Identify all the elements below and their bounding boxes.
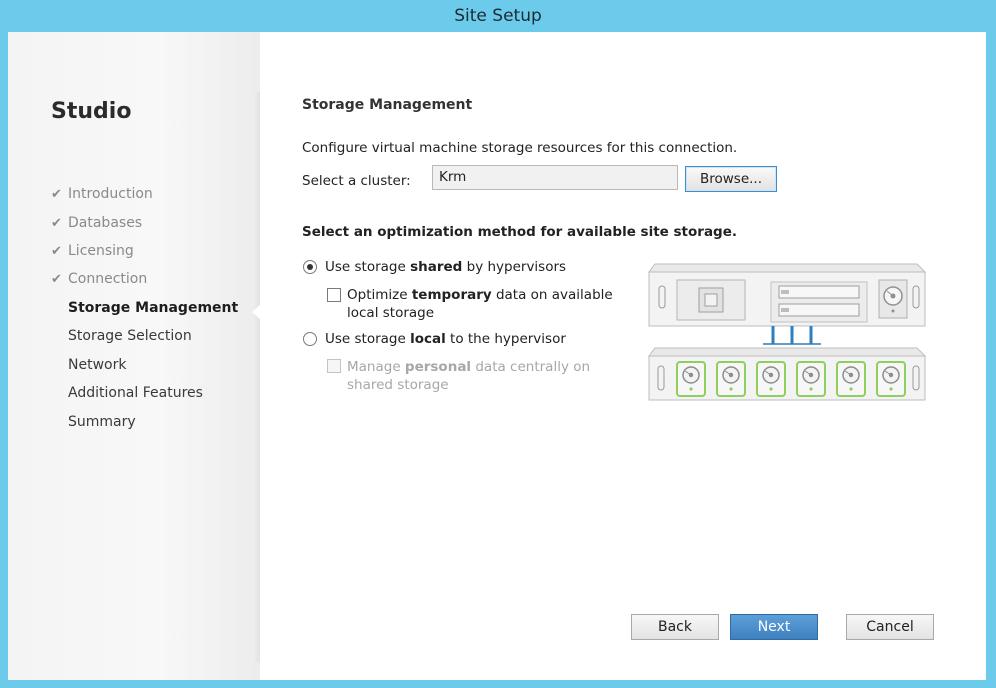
step-introduction: ✔ Introduction	[51, 186, 153, 202]
text-segment: shared storage	[347, 377, 449, 393]
disk-bay	[756, 361, 786, 397]
step-label: Introduction	[68, 186, 153, 202]
step-label: Storage Selection	[68, 328, 192, 344]
studio-heading: Studio	[51, 99, 132, 124]
description-text: Configure virtual machine storage resour…	[302, 140, 738, 156]
next-button[interactable]: Next	[730, 614, 818, 640]
text-segment: Use storage	[325, 331, 411, 347]
check-icon: ✔	[51, 271, 62, 287]
step-label: Licensing	[68, 243, 134, 259]
title-bar: Site Setup	[0, 0, 996, 32]
text-segment: data on available	[491, 287, 613, 303]
text-segment: Manage	[347, 359, 405, 375]
radio-shared-storage[interactable]	[303, 260, 317, 274]
text-segment: Use storage	[325, 259, 411, 275]
disk-bay	[876, 361, 906, 397]
optimize-temporary-label[interactable]: Optimize temporary data on available loc…	[347, 286, 613, 322]
connector-links	[763, 326, 821, 345]
window-title: Site Setup	[454, 6, 542, 26]
disk-bay	[836, 361, 866, 397]
cluster-label: Select a cluster:	[302, 173, 411, 189]
checkbox-manage-personal[interactable]	[327, 359, 341, 373]
server-unit	[648, 263, 927, 327]
radio-local-storage[interactable]	[303, 332, 317, 346]
option-local-label[interactable]: Use storage local to the hypervisor	[325, 331, 566, 347]
manage-personal-label: Manage personal data centrally on shared…	[347, 358, 590, 394]
browse-button[interactable]: Browse...	[685, 166, 777, 192]
step-label: Storage Management	[68, 300, 239, 316]
cancel-button[interactable]: Cancel	[846, 614, 934, 640]
text-segment: to the hypervisor	[445, 331, 566, 347]
step-storage-selection: Storage Selection	[68, 328, 192, 344]
step-additional-features: Additional Features	[68, 385, 203, 401]
step-summary: Summary	[68, 414, 136, 430]
disk-bay	[676, 361, 706, 397]
back-button[interactable]: Back	[631, 614, 719, 640]
text-segment-bold: personal	[404, 359, 472, 375]
step-connection: ✔ Connection	[51, 271, 147, 287]
check-icon: ✔	[51, 243, 62, 259]
checkbox-optimize-temporary[interactable]	[327, 288, 341, 302]
sidebar: Studio ✔ Introduction ✔ Databases ✔ Lice…	[8, 32, 260, 680]
disk-bay	[796, 361, 826, 397]
check-icon: ✔	[51, 186, 62, 202]
text-segment-bold: shared	[410, 259, 463, 275]
page-title: Storage Management	[302, 97, 473, 113]
step-pointer	[252, 303, 262, 321]
step-databases: ✔ Databases	[51, 215, 142, 231]
step-label: Additional Features	[68, 385, 203, 401]
main-panel: Storage Management Configure virtual mac…	[260, 32, 986, 680]
text-segment: by hypervisors	[462, 259, 567, 275]
step-network: Network	[68, 357, 126, 373]
step-storage-management: Storage Management	[68, 300, 238, 316]
text-segment-bold: local	[410, 331, 446, 347]
check-icon: ✔	[51, 215, 62, 231]
text-segment: data centrally on	[471, 359, 591, 375]
dialog-frame: Studio ✔ Introduction ✔ Databases ✔ Lice…	[8, 32, 986, 680]
option-shared-label[interactable]: Use storage shared by hypervisors	[325, 259, 566, 275]
disk-bay	[716, 361, 746, 397]
step-label: Connection	[68, 271, 148, 287]
step-label: Databases	[68, 215, 143, 231]
cluster-field[interactable]: Krm	[432, 165, 678, 190]
text-segment: local storage	[347, 305, 435, 321]
text-segment-bold: temporary	[411, 287, 492, 303]
text-segment: Optimize	[347, 287, 412, 303]
step-label: Network	[68, 357, 127, 373]
step-label: Summary	[68, 414, 136, 430]
step-licensing: ✔ Licensing	[51, 243, 134, 259]
optimization-heading: Select an optimization method for availa…	[302, 224, 737, 240]
shared-storage-diagram	[648, 263, 927, 401]
